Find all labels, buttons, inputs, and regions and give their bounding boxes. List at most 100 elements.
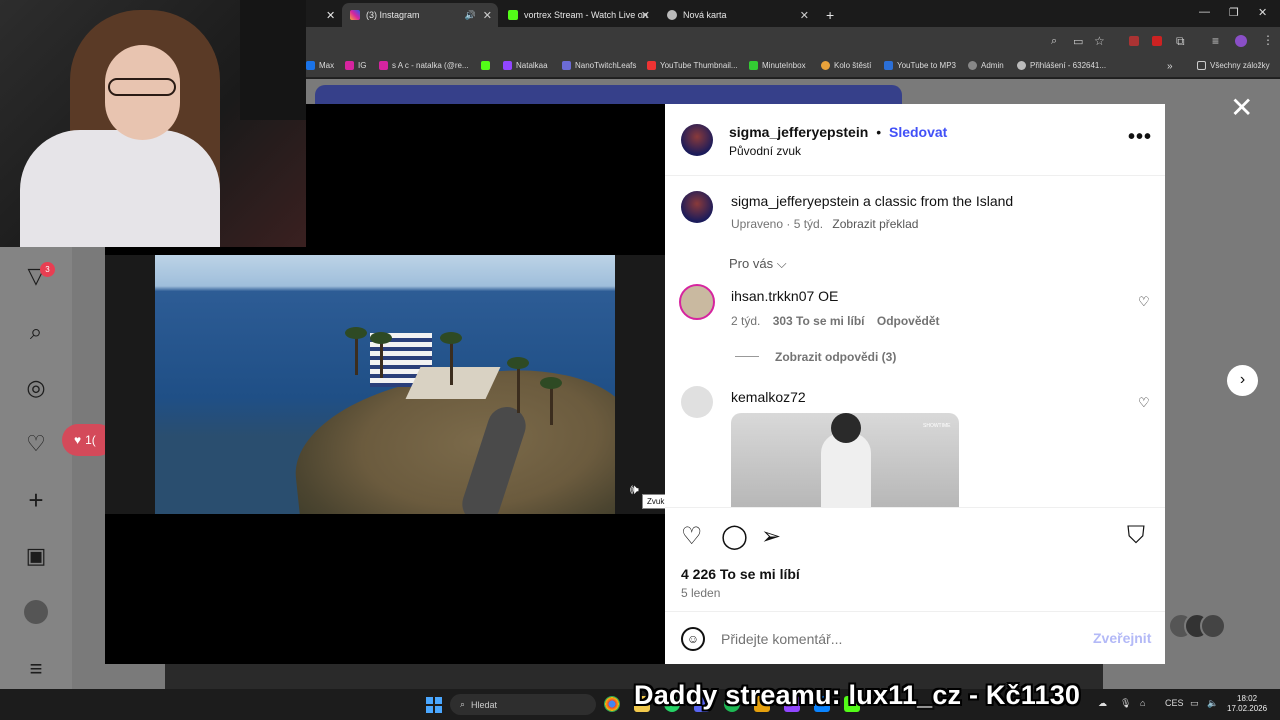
window-close-icon[interactable]: ✕ (1258, 6, 1267, 19)
volume-icon[interactable]: 🔈 (1207, 698, 1218, 709)
language-indicator[interactable]: CES (1165, 698, 1184, 708)
windows-start-icon[interactable] (426, 697, 442, 713)
bookmark[interactable]: Přihlášení - 632641... (1017, 61, 1106, 70)
speaker-icon[interactable]: 🔊 (465, 10, 476, 21)
caption-username[interactable]: sigma_jefferyepstein (731, 193, 859, 209)
zoom-icon[interactable]: ⌕ (1051, 35, 1057, 48)
notifications-heart-icon[interactable]: ♡ (23, 431, 49, 457)
tabs-menu-icon[interactable]: ≡ (1212, 34, 1219, 48)
all-bookmarks[interactable]: Všechny záložky (1197, 61, 1270, 70)
star-icon[interactable]: ☆ (1094, 34, 1105, 48)
audio-label[interactable]: Původní zvuk (729, 144, 801, 158)
post-header: sigma_jefferyepstein • Sledovat Původní … (665, 104, 1165, 176)
gif-hat (831, 413, 861, 443)
webcam-overlay (0, 0, 306, 247)
next-post-icon[interactable]: › (1227, 365, 1258, 396)
close-modal-icon[interactable]: ✕ (1230, 94, 1253, 122)
tab-new[interactable]: Nová karta ✕ (659, 3, 815, 27)
display-icon[interactable]: ▭ (1190, 698, 1199, 709)
bookmarks-overflow[interactable]: » (1167, 61, 1173, 72)
dashboard-icon[interactable]: ▣ (23, 543, 49, 569)
bookmark[interactable] (481, 61, 494, 70)
post-panel: sigma_jefferyepstein • Sledovat Původní … (665, 104, 1165, 664)
search-icon: ⌕ (460, 699, 466, 709)
taskbar-clock[interactable]: 18:02 17.02.2026 (1227, 694, 1267, 714)
comment-meta: 2 týd. 303 To se mi líbí Odpovědět (731, 314, 940, 328)
chrome-icon (667, 10, 677, 20)
share-send-icon[interactable]: ➢ (761, 522, 781, 551)
extension-icon[interactable] (1129, 36, 1139, 46)
more-menu-icon[interactable]: ≡ (23, 656, 49, 682)
follow-button[interactable]: Sledovat (889, 124, 947, 140)
bookmark[interactable]: YouTube Thumbnail... (647, 61, 738, 70)
tab-close-icon[interactable]: ✕ (483, 9, 492, 22)
puzzle-icon[interactable]: ⧉ (1176, 34, 1185, 49)
comment-input[interactable] (721, 627, 1071, 651)
profile-avatar[interactable] (24, 600, 48, 624)
tab-close-prev[interactable]: ✕ (318, 3, 340, 27)
author-avatar[interactable] (681, 124, 713, 156)
comment-1: ihsan.trkkn07 OE (731, 288, 838, 304)
tab-close-icon[interactable]: ✕ (641, 9, 650, 22)
extension-icon[interactable] (1152, 36, 1162, 46)
for-you-sort[interactable]: Pro vás ⌵ (729, 256, 787, 272)
post-comment-button[interactable]: Zveřejnit (1093, 630, 1151, 646)
bookmark[interactable]: MinuteInbox (749, 61, 806, 70)
bookmark[interactable]: Admin (968, 61, 1004, 70)
reply-link[interactable]: Odpovědět (877, 314, 940, 328)
bookmark[interactable]: YouTube to MP3 (884, 61, 956, 70)
commenter-avatar[interactable] (679, 284, 715, 320)
search-icon[interactable]: ⌕ (23, 319, 49, 345)
tab-close-icon[interactable]: ✕ (800, 9, 809, 22)
comment-likes[interactable]: 303 To se mi líbí (773, 314, 865, 328)
commenter-avatar[interactable] (681, 386, 713, 418)
cloud-icon[interactable]: ☁ (1098, 698, 1107, 709)
create-icon[interactable]: + (23, 487, 49, 513)
comment-icon[interactable]: ◯ (721, 522, 748, 551)
like-comment-icon[interactable]: ♡ (1138, 395, 1150, 411)
microphone (240, 0, 306, 120)
tab-instagram[interactable]: (3) Instagram 🔊 ✕ (342, 3, 498, 27)
bookmark[interactable]: s A c - natalka (@re... (379, 61, 469, 70)
caption: sigma_jefferyepstein a classic from the … (731, 193, 1013, 209)
comment-gif[interactable]: SHOWTIME (731, 413, 959, 507)
chrome-icon[interactable] (604, 696, 620, 712)
network-icon[interactable]: ⌂ (1140, 698, 1145, 708)
like-heart-icon[interactable]: ♡ (681, 522, 703, 551)
volume-icon[interactable]: 🕪 (630, 481, 639, 498)
bookmark[interactable]: NanoTwitchLeafs (562, 61, 636, 70)
tab-label: vortrex Stream - Watch Live on (524, 10, 648, 20)
tab-vortrex[interactable]: vortrex Stream - Watch Live on ✕ (500, 3, 656, 27)
mic-icon[interactable]: 🎙 (1120, 698, 1131, 709)
bookmark[interactable]: Max (306, 61, 334, 70)
more-options-icon[interactable]: ••• (1128, 126, 1152, 149)
view-replies[interactable]: Zobrazit odpovědi (3) (775, 350, 896, 364)
streamer-hoodie (20, 130, 220, 247)
translate-link[interactable]: Zobrazit překlad (832, 217, 918, 231)
kebab-menu-icon[interactable]: ⋮ (1262, 33, 1274, 47)
like-comment-icon[interactable]: ♡ (1138, 294, 1150, 310)
taskbar-search[interactable]: ⌕ Hledat (450, 694, 596, 715)
divider (735, 356, 759, 357)
cast-icon[interactable]: ▭ (1073, 35, 1083, 48)
video-frame-island[interactable] (155, 255, 615, 514)
minimize-icon[interactable]: — (1199, 6, 1210, 18)
bookmark[interactable]: Natalkaa (503, 61, 548, 70)
kick-icon (508, 10, 518, 20)
like-count[interactable]: 4 226 To se mi líbí (681, 566, 800, 582)
heart-icon: ♥ (74, 433, 82, 447)
author-username[interactable]: sigma_jefferyepstein (729, 124, 868, 140)
comment-username[interactable]: kemalkoz72 (731, 389, 806, 405)
comment-composer: ☺ Zveřejnit (665, 611, 1165, 664)
explore-icon[interactable]: ◎ (23, 375, 49, 401)
stream-overlay-text: Daddy streamu: lux11_cz - Kč1130 (634, 680, 1081, 710)
bookmark[interactable]: IG (345, 61, 366, 70)
maximize-icon[interactable]: ❐ (1229, 6, 1239, 19)
bookmark-save-icon[interactable]: ⛉ (1127, 522, 1145, 550)
emoji-icon[interactable]: ☺ (681, 627, 705, 651)
bookmark[interactable]: Kolo štěstí (821, 61, 871, 70)
profile-avatar[interactable] (1235, 35, 1247, 47)
caption-avatar[interactable] (681, 191, 713, 223)
new-tab-button[interactable]: + (818, 3, 840, 27)
comment-username[interactable]: ihsan.trkkn07 (731, 288, 814, 304)
